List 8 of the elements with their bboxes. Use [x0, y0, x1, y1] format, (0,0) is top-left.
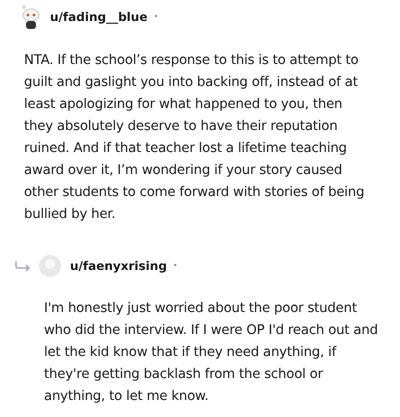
robot-avatar-icon — [20, 4, 42, 30]
comment-body: NTA. If the school’s response to this is to attempt to guilt and gaslight you into backing off, instead of at least apologizing for what happened to you, then they absolutely deserve to have their reputation ruined. And if that teacher lost a lifetime teaching award over it, I’m wondering if your story caused other students to come forward with stories of being bullied by her. — [23, 52, 366, 224]
username[interactable]: u/fading__blue — [50, 8, 148, 26]
separator-dot: • — [153, 11, 158, 23]
comment-body: I'm honestly just worried about the poor student who did the interview. If I were OP I'd reach out and let the kid know that if they need anything, if they're getting backlash from the school or anything, to let me know. — [43, 300, 379, 406]
separator-dot: • — [172, 260, 178, 272]
username[interactable]: u/faenyxrising — [70, 257, 167, 275]
reply-arrow-icon — [14, 260, 32, 272]
